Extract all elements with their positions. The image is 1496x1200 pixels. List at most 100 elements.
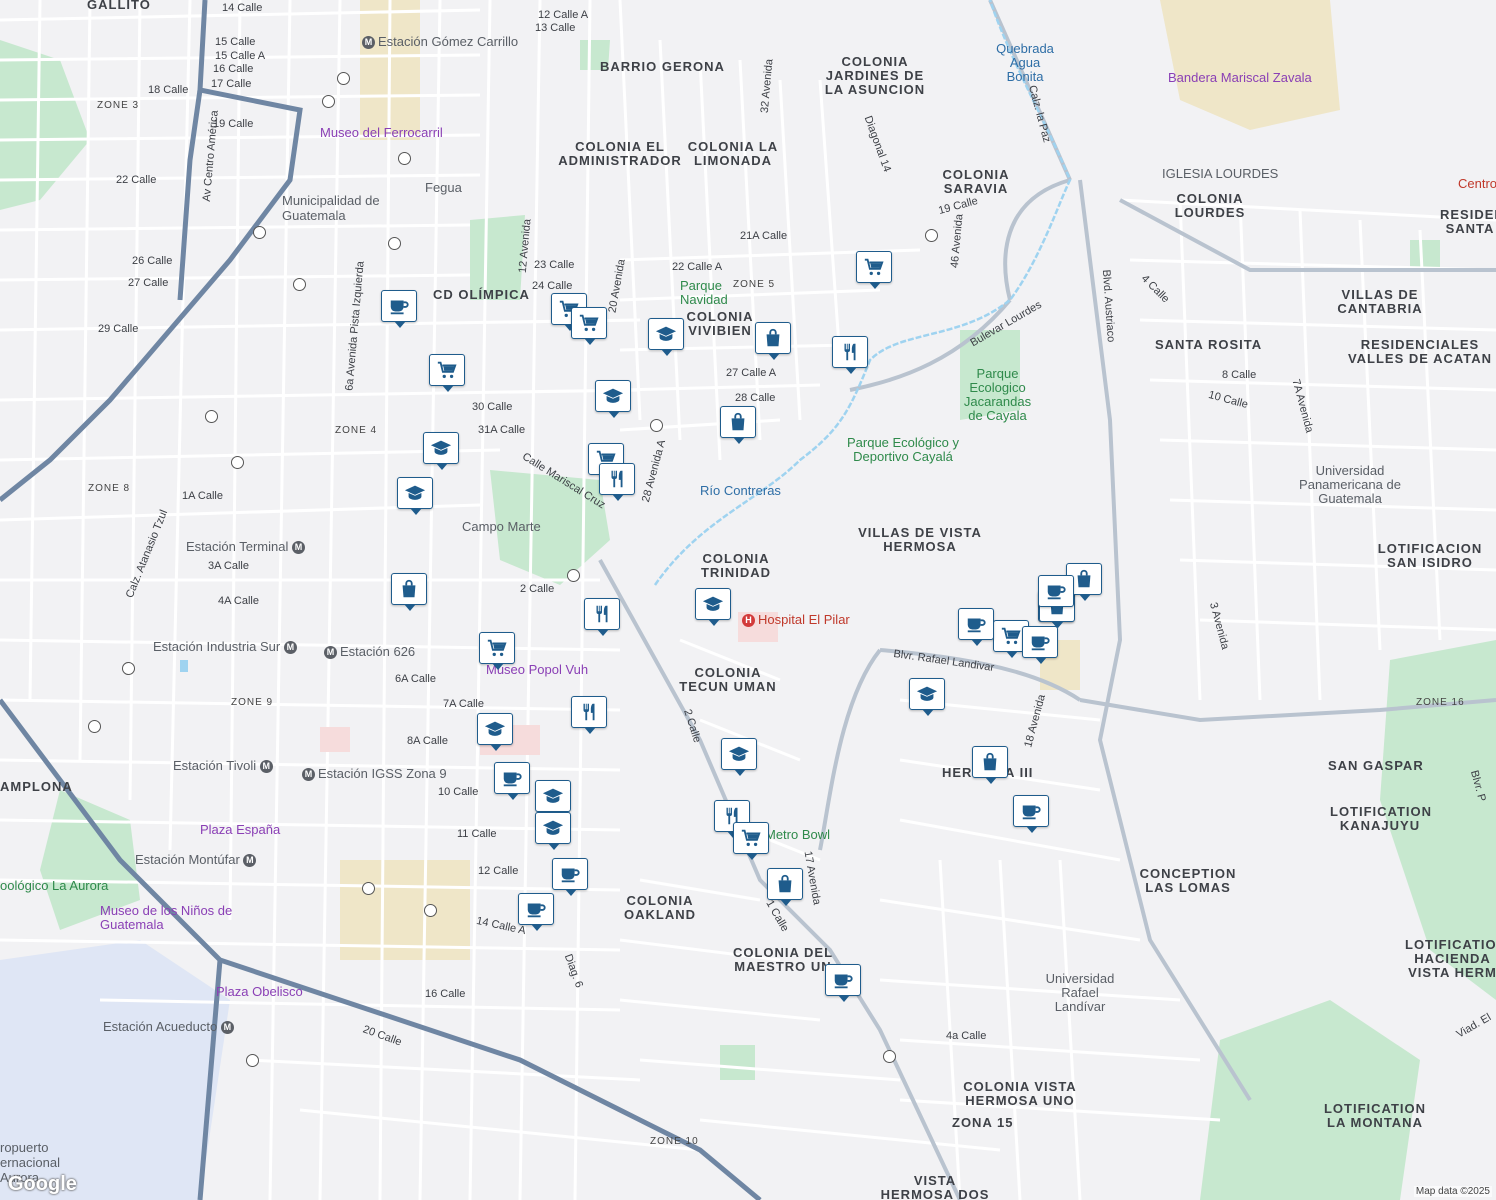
bus-stop-icon[interactable] bbox=[205, 410, 218, 423]
map-marker-school[interactable] bbox=[535, 812, 571, 850]
map-marker-school[interactable] bbox=[909, 678, 945, 716]
street-label: 22 Calle bbox=[116, 174, 157, 186]
poi-parque-jacarandas[interactable]: Parque Ecologico Jacarandas de Cayala bbox=[960, 367, 1035, 423]
poi-estacion-gomez[interactable]: M Estación Gómez Carrillo bbox=[362, 34, 518, 50]
restaurant-icon bbox=[839, 341, 861, 363]
map-canvas[interactable]: BARRIO GERONA COLONIA JARDINES DE LA ASU… bbox=[0, 0, 1496, 1200]
school-icon bbox=[542, 817, 564, 839]
map-marker-school[interactable] bbox=[595, 380, 631, 418]
area-label-cd-olimpica: CD OLÍMPICA bbox=[433, 287, 530, 302]
poi-centro[interactable]: Centro bbox=[1458, 176, 1496, 191]
poi-url[interactable]: Universidad Rafael Landívar bbox=[1040, 972, 1120, 1014]
map-marker-restaurant[interactable] bbox=[832, 336, 868, 374]
street-label: 10 Calle bbox=[438, 786, 479, 798]
restaurant-icon bbox=[591, 603, 613, 625]
map-marker-school[interactable] bbox=[535, 780, 571, 818]
map-marker-cup[interactable] bbox=[1022, 626, 1058, 664]
bus-stop-icon[interactable] bbox=[398, 152, 411, 165]
area-label-villas-vista: VILLAS DE VISTA HERMOSA bbox=[858, 525, 982, 554]
poi-campo-marte[interactable]: Campo Marte bbox=[462, 519, 541, 534]
area-label-barrio-gerona: BARRIO GERONA bbox=[600, 59, 725, 74]
map-marker-cart[interactable] bbox=[733, 822, 769, 860]
bus-stop-icon[interactable] bbox=[122, 662, 135, 675]
poi-upana[interactable]: Universidad Panamericana de Guatemala bbox=[1290, 464, 1410, 506]
bus-stop-icon[interactable] bbox=[231, 456, 244, 469]
map-marker-cart[interactable] bbox=[429, 354, 465, 392]
bus-stop-icon[interactable] bbox=[322, 95, 335, 108]
bus-stop-icon[interactable] bbox=[253, 226, 266, 239]
poi-municipalidad[interactable]: Municipalidad de Guatemala bbox=[282, 193, 382, 223]
area-label-san-isidro: LOTIFICACION SAN ISIDRO bbox=[1377, 541, 1483, 570]
poi-parque-navidad[interactable]: Parque Navidad bbox=[680, 279, 730, 307]
map-marker-school[interactable] bbox=[648, 318, 684, 356]
map-marker-school[interactable] bbox=[423, 432, 459, 470]
map-marker-cart[interactable] bbox=[479, 632, 515, 670]
poi-parque-cayala[interactable]: Parque Ecológico y Deportivo Cayalá bbox=[838, 436, 968, 464]
map-marker-school[interactable] bbox=[477, 713, 513, 751]
map-marker-cup[interactable] bbox=[1038, 575, 1074, 613]
map-marker-cup[interactable] bbox=[494, 762, 530, 800]
poi-museo-ferrocarril[interactable]: Museo del Ferrocarril bbox=[320, 125, 443, 140]
bus-stop-icon[interactable] bbox=[650, 419, 663, 432]
map-marker-restaurant[interactable] bbox=[584, 598, 620, 636]
poi-plaza-obelisco[interactable]: Plaza Obelisco bbox=[216, 984, 303, 999]
map-attribution[interactable]: Map data ©2025 bbox=[1413, 1186, 1492, 1197]
map-marker-bag[interactable] bbox=[720, 406, 756, 444]
street-label: 3A Calle bbox=[208, 560, 249, 572]
bus-stop-icon[interactable] bbox=[293, 278, 306, 291]
poi-bandera[interactable]: Bandera Mariscal Zavala bbox=[1168, 70, 1312, 85]
map-marker-school[interactable] bbox=[721, 738, 757, 776]
bus-stop-icon[interactable] bbox=[388, 237, 401, 250]
bus-stop-icon[interactable] bbox=[925, 229, 938, 242]
map-marker-cart[interactable] bbox=[856, 251, 892, 289]
bus-stop-icon[interactable] bbox=[883, 1050, 896, 1063]
poi-estacion-626[interactable]: M Estación 626 bbox=[324, 644, 415, 660]
map-marker-bag[interactable] bbox=[972, 746, 1008, 784]
poi-estacion-igss[interactable]: M Estación IGSS Zona 9 bbox=[302, 766, 447, 782]
bag-icon bbox=[1073, 568, 1095, 590]
poi-iglesia-lourdes[interactable]: IGLESIA LOURDES bbox=[1162, 166, 1278, 181]
poi-estacion-industria[interactable]: Estación Industria Sur M bbox=[153, 639, 300, 655]
area-label-saravia: COLONIA SARAVIA bbox=[942, 167, 1010, 196]
map-marker-cup[interactable] bbox=[1013, 795, 1049, 833]
map-marker-cup[interactable] bbox=[518, 893, 554, 931]
poi-estacion-acueducto[interactable]: Estación Acueducto M bbox=[103, 1019, 237, 1035]
map-marker-school[interactable] bbox=[695, 588, 731, 626]
map-marker-bag[interactable] bbox=[767, 868, 803, 906]
bus-stop-icon[interactable] bbox=[424, 904, 437, 917]
poi-estacion-tivoli-label: Estación Tivoli bbox=[173, 758, 257, 773]
bus-stop-icon[interactable] bbox=[337, 72, 350, 85]
map-marker-cart[interactable] bbox=[571, 307, 607, 345]
map-marker-restaurant[interactable] bbox=[571, 696, 607, 734]
area-label-vista-dos: VISTA HERMOSA DOS bbox=[880, 1173, 990, 1200]
map-marker-cup[interactable] bbox=[552, 858, 588, 896]
street-label: 26 Calle bbox=[132, 255, 173, 267]
bus-stop-icon[interactable] bbox=[246, 1054, 259, 1067]
area-label-montana: LOTIFICATION LA MONTANA bbox=[1323, 1101, 1427, 1130]
poi-metro-bowl[interactable]: Metro Bowl bbox=[765, 827, 830, 842]
map-marker-school[interactable] bbox=[397, 477, 433, 515]
poi-fegua[interactable]: Fegua bbox=[425, 180, 462, 195]
poi-museo-ninos[interactable]: Museo de los Niños de Guatemala bbox=[100, 904, 240, 932]
map-marker-bag[interactable] bbox=[755, 322, 791, 360]
bus-stop-icon[interactable] bbox=[362, 882, 375, 895]
map-marker-cup[interactable] bbox=[825, 964, 861, 1002]
poi-hospital-pilar[interactable]: H Hospital El Pilar bbox=[742, 612, 850, 628]
street-label: 6A Calle bbox=[395, 673, 436, 685]
poi-zoologico[interactable]: oológico La Aurora bbox=[0, 878, 108, 893]
map-marker-cup[interactable] bbox=[381, 290, 417, 328]
bus-stop-icon[interactable] bbox=[88, 720, 101, 733]
map-marker-restaurant[interactable] bbox=[599, 463, 635, 501]
area-label-vista-uno: COLONIA VISTA HERMOSA UNO bbox=[963, 1079, 1077, 1108]
area-label-administrador: COLONIA EL ADMINISTRADOR bbox=[558, 139, 682, 168]
school-icon bbox=[916, 683, 938, 705]
map-marker-bag[interactable] bbox=[391, 573, 427, 611]
poi-estacion-terminal[interactable]: Estación Terminal M bbox=[186, 539, 308, 555]
bus-stop-icon[interactable] bbox=[567, 569, 580, 582]
poi-estacion-montufar[interactable]: Estación Montúfar M bbox=[135, 852, 259, 868]
cart-icon bbox=[1000, 625, 1022, 647]
cart-icon bbox=[486, 637, 508, 659]
map-marker-cup[interactable] bbox=[958, 608, 994, 646]
poi-estacion-tivoli[interactable]: Estación Tivoli M bbox=[173, 758, 276, 774]
poi-plaza-espana[interactable]: Plaza España bbox=[200, 822, 280, 837]
